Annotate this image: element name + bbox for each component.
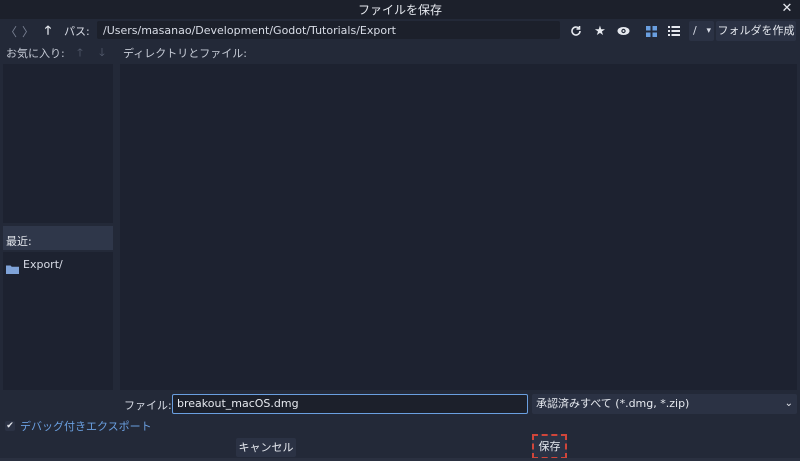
chevron-down-icon: ⌄: [784, 398, 793, 409]
recent-header: 最近:: [6, 235, 32, 248]
grid-icon[interactable]: [641, 21, 661, 41]
favorites-header: お気に入り:: [6, 47, 65, 60]
file-list-pane[interactable]: [120, 64, 797, 390]
refresh-icon[interactable]: [566, 21, 586, 41]
title-bar: ファイルを保存 ✕: [0, 0, 800, 19]
arrow-up-icon[interactable]: 🡑: [41, 22, 55, 40]
arrow-up-icon[interactable]: 🡑: [73, 44, 87, 59]
close-icon[interactable]: ✕: [780, 1, 794, 17]
path-input[interactable]: /Users/masanao/Development/Godot/Tutoria…: [97, 21, 560, 39]
star-icon[interactable]: ★: [590, 21, 610, 41]
path-toolbar: 〈 〉 🡑 パス: /Users/masanao/Development/God…: [0, 19, 800, 43]
file-filter-value: 承認済みすべて (*.dmg, *.zip): [536, 397, 690, 410]
chevron-right-icon[interactable]: 〉: [21, 22, 35, 40]
save-button[interactable]: 保存: [532, 434, 567, 459]
list-icon[interactable]: [664, 21, 684, 41]
drive-value: /: [693, 24, 697, 37]
recent-item-label: Export/: [23, 257, 63, 271]
filename-input[interactable]: breakout_macOS.dmg: [172, 394, 528, 414]
chevron-left-icon[interactable]: 〈: [4, 22, 18, 40]
debug-export-checkbox[interactable]: ✔: [5, 421, 15, 431]
debug-export-row[interactable]: ✔ デバッグ付きエクスポート: [5, 419, 152, 433]
filename-label: ファイル:: [124, 399, 172, 412]
eye-icon[interactable]: [613, 21, 633, 41]
chevron-down-icon: ▾: [706, 26, 711, 36]
cancel-button[interactable]: キャンセル: [236, 438, 296, 457]
debug-export-label[interactable]: デバッグ付きエクスポート: [20, 418, 152, 434]
file-filter-select[interactable]: 承認済みすべて (*.dmg, *.zip) ⌄: [532, 394, 797, 414]
recent-item-export[interactable]: Export/: [3, 256, 113, 274]
save-file-dialog: ファイルを保存 ✕ 〈 〉 🡑 パス: /Users/masanao/Devel…: [0, 0, 800, 461]
favorites-list[interactable]: [3, 64, 113, 223]
folder-icon: [6, 259, 19, 274]
arrow-down-icon[interactable]: 🡓: [95, 44, 109, 59]
make-folder-button[interactable]: フォルダを作成: [716, 21, 796, 41]
recent-list[interactable]: Export/: [3, 252, 113, 390]
recent-header-bar: 最近:: [3, 226, 113, 250]
drive-select[interactable]: / ▾: [689, 21, 714, 41]
dialog-title: ファイルを保存: [357, 3, 442, 17]
files-header: ディレクトリとファイル:: [123, 47, 247, 60]
path-label: パス:: [64, 25, 90, 38]
